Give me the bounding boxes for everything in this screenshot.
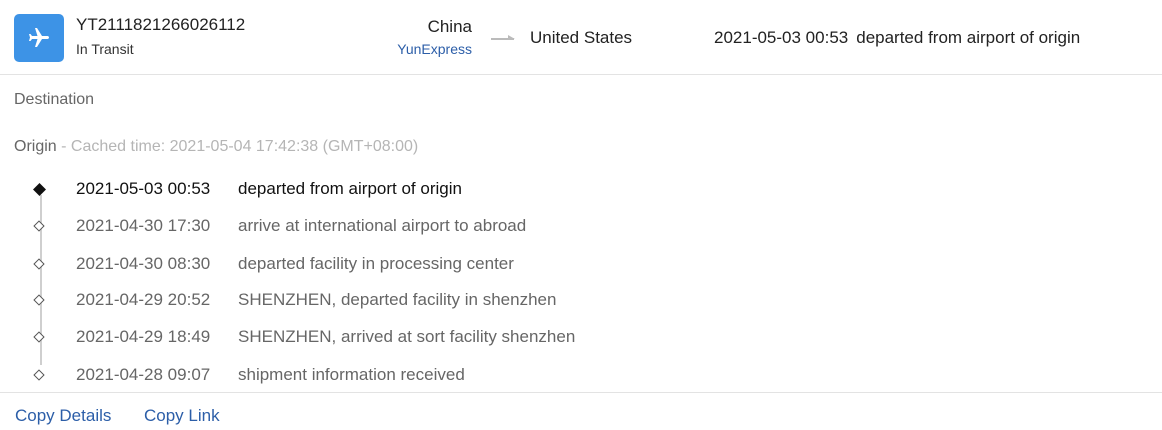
hollow-diamond-icon (33, 220, 45, 232)
tracking-number: YT2111821266026112 (76, 15, 246, 34)
event-time: 2021-04-29 20:52 (76, 290, 211, 309)
origin-country: China (427, 17, 472, 36)
copy-details-link[interactable]: Copy Details (15, 406, 111, 426)
event-time: 2021-04-28 09:07 (76, 365, 211, 384)
event-time: 2021-04-30 08:30 (76, 254, 211, 273)
latest-event: 2021-05-03 00:53 departed from airport of… (714, 28, 1080, 48)
latest-event-description: departed from airport of origin (856, 28, 1081, 47)
destination-country: United States (530, 28, 633, 47)
latest-event-time: 2021-05-03 00:53 (714, 28, 849, 47)
event-description: arrive at international airport to abroa… (238, 216, 527, 235)
airplane-icon (29, 28, 49, 47)
timeline-event: 2021-04-28 09:07 shipment information re… (0, 365, 1000, 389)
timeline-event: 2021-05-03 00:53 departed from airport o… (0, 179, 1000, 203)
event-description: shipment information received (238, 365, 465, 384)
timeline-event: 2021-04-29 18:49 SHENZHEN, arrived at so… (0, 327, 1000, 351)
destination-section-label: Destination (14, 91, 95, 108)
hollow-diamond-icon (33, 331, 45, 343)
cached-time: - Cached time: 2021-05-04 17:42:38 (GMT+… (56, 138, 419, 155)
carrier-link[interactable]: YunExpress (397, 41, 472, 57)
filled-diamond-icon (33, 183, 46, 196)
event-description: departed facility in processing center (238, 254, 514, 273)
hollow-diamond-icon (33, 258, 45, 270)
hollow-diamond-icon (33, 369, 45, 381)
hollow-diamond-icon (33, 294, 45, 306)
status-badge (14, 14, 64, 62)
event-description: SHENZHEN, departed facility in shenzhen (238, 290, 557, 309)
timeline-event: 2021-04-30 17:30 arrive at international… (0, 216, 1000, 240)
copy-link-link[interactable]: Copy Link (144, 406, 220, 426)
shipment-summary: YT2111821266026112 In Transit China YunE… (0, 0, 1162, 75)
event-time: 2021-04-30 17:30 (76, 216, 211, 235)
event-description: SHENZHEN, arrived at sort facility shenz… (238, 327, 576, 346)
origin-section-header: Origin - Cached time: 2021-05-04 17:42:3… (14, 138, 418, 156)
event-time: 2021-05-03 00:53 (76, 179, 211, 198)
timeline-event: 2021-04-29 20:52 SHENZHEN, departed faci… (0, 290, 1000, 314)
event-time: 2021-04-29 18:49 (76, 327, 211, 346)
action-bar: Copy Details Copy Link (0, 392, 1162, 430)
shipment-status: In Transit (76, 41, 134, 57)
timeline-event: 2021-04-30 08:30 departed facility in pr… (0, 254, 1000, 278)
event-description: departed from airport of origin (238, 179, 462, 198)
arrow-right-icon (491, 35, 515, 40)
origin-section-label: Origin (14, 138, 57, 155)
